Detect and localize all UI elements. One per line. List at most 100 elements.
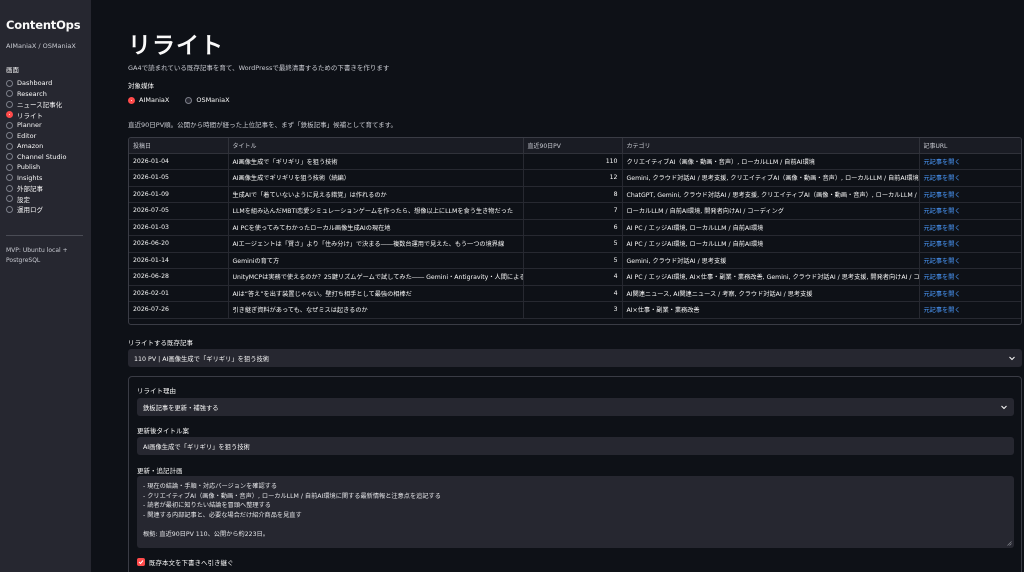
sidebar-item[interactable]: 外部記事	[6, 183, 85, 194]
sidebar-item-label: Publish	[17, 163, 41, 172]
sidebar-item-label: Insights	[17, 173, 43, 182]
chevron-down-icon	[1001, 405, 1007, 410]
radio-icon[interactable]	[6, 163, 13, 171]
cell-pv: 4	[523, 285, 623, 302]
sidebar-item-label: Planner	[17, 121, 42, 130]
sidebar-item-label: 運用ログ	[17, 206, 43, 215]
cell-url[interactable]: 元記事を開く	[919, 186, 1021, 203]
radio-icon[interactable]	[6, 142, 13, 150]
table-row[interactable]: 2026-01-14 Geminiの育て方 5 Gemini, クラウド対話AI / …	[129, 252, 1021, 269]
carry-over-checkbox[interactable]	[137, 558, 145, 566]
table-row[interactable]: 2026-01-04 AI画像生成で「ギリギリ」を狙う技術 110 クリエイティブAI…	[129, 153, 1021, 170]
media-option[interactable]: OSManiaX	[185, 96, 230, 104]
nav-heading: 画面	[6, 66, 19, 74]
radio-icon[interactable]	[6, 174, 13, 182]
cell-date: 2026-07-05	[129, 202, 229, 220]
column-header-category[interactable]: カテゴリ	[622, 138, 920, 154]
radio-icon[interactable]	[6, 195, 13, 203]
cell-date: 2026-01-09	[129, 186, 229, 203]
column-header-pv[interactable]: 直近90日PV	[523, 138, 623, 154]
page-description: GA4で読まれている既存記事を育て、WordPressで最終清書するための下書き…	[128, 64, 390, 72]
sidebar-item-label: Amazon	[17, 142, 44, 151]
radio-icon[interactable]	[185, 96, 193, 104]
radio-icon[interactable]	[6, 111, 13, 119]
radio-icon[interactable]	[128, 96, 135, 104]
reason-select[interactable]: 鉄板記事を更新・補強する	[137, 398, 1014, 416]
cell-url[interactable]: 元記事を開く	[919, 268, 1021, 286]
table-row[interactable]: 2026-07-05 LLMを組み込んだMBTI恋愛シミュレーションゲームを作った…	[129, 202, 1021, 220]
sidebar-footer: MVP: Ubuntu local + PostgreSQL	[6, 246, 85, 266]
cell-title: 生成AIで「着ていないように見える錯覚」は作れるのか	[228, 186, 524, 203]
carry-over-checkbox-label: 既存本文を下書きへ引き継ぐ	[149, 559, 234, 567]
column-header-url[interactable]: 記事URL	[919, 138, 1021, 154]
plan-line	[143, 520, 1008, 530]
new-title-input[interactable]: AI画像生成で「ギリギリ」を狙う技術	[137, 437, 1014, 455]
radio-icon[interactable]	[6, 132, 13, 140]
cell-url[interactable]: 元記事を開く	[919, 235, 1021, 253]
cell-url[interactable]: 元記事を開く	[919, 169, 1021, 187]
new-title-value: AI画像生成で「ギリギリ」を狙う技術	[143, 443, 250, 451]
sidebar-item-label: 外部記事	[17, 185, 43, 194]
table-row[interactable]: 2026-07-26 引き継ぎ資料があっても、なぜミスは起きるのか 3 AI×仕事・副…	[129, 301, 1021, 319]
cell-title: UnityMCPは実務で使えるのか？25鍵リズムゲームで試してみた―― Gemi…	[228, 268, 524, 286]
sidebar-item[interactable]: 設定	[6, 194, 85, 205]
sidebar-footer-line1: MVP: Ubuntu local +	[6, 246, 68, 254]
table-header-row: 投稿日 タイトル 直近90日PV カテゴリ 記事URL	[129, 138, 1021, 154]
sidebar-item[interactable]: リライト	[6, 110, 85, 121]
table-row[interactable]: 2026-02-01 AIは“答え”を出す装置じゃない。壁打ち相手として最強の相棒…	[129, 285, 1021, 302]
cell-url[interactable]: 元記事を開く	[919, 301, 1021, 319]
radio-icon[interactable]	[6, 184, 13, 192]
sidebar-item[interactable]: Amazon	[6, 141, 85, 152]
sidebar-item[interactable]: Research	[6, 89, 85, 100]
sidebar-item[interactable]: Editor	[6, 131, 85, 142]
cell-title: AI画像生成で「ギリギリ」を狙う技術	[228, 153, 524, 170]
app-subbrand: AIManiaX / OSManiaX	[6, 42, 76, 50]
sidebar-item[interactable]: Channel Studio	[6, 152, 85, 163]
sidebar-item[interactable]: Publish	[6, 162, 85, 173]
sidebar-item[interactable]: Dashboard	[6, 78, 85, 89]
articles-table[interactable]: 投稿日 タイトル 直近90日PV カテゴリ 記事URL 2026-01-04 AI…	[128, 137, 1022, 325]
resize-handle-icon[interactable]	[1007, 541, 1012, 546]
table-row[interactable]: 2026-06-28 UnityMCPは実務で使えるのか？25鍵リズムゲームで試し…	[129, 268, 1021, 286]
cell-title: AI PCを使ってみてわかったローカル画像生成AIの現在地	[228, 219, 524, 236]
sidebar-item[interactable]: Insights	[6, 173, 85, 184]
cell-date: 2026-01-04	[129, 153, 229, 170]
radio-icon[interactable]	[6, 121, 13, 129]
radio-icon[interactable]	[6, 100, 13, 108]
plan-line: 根拠: 直近90日PV 110、公開から約223日。	[143, 530, 269, 538]
radio-icon[interactable]	[6, 205, 13, 213]
sidebar-item[interactable]: Planner	[6, 120, 85, 131]
plan-textarea[interactable]: - 現在の結論・手順・対応バージョンを確認する - クリエイティブAI（画像・動画…	[137, 476, 1014, 548]
column-header-date[interactable]: 投稿日	[129, 138, 229, 154]
table-row[interactable]: 2026-06-20 AIエージェントは「賢さ」より「住み分け」で決まる――複数台…	[129, 235, 1021, 253]
sidebar-item-label: ニュース記事化	[17, 101, 63, 110]
radio-icon[interactable]	[6, 153, 13, 161]
carry-over-checkbox-row[interactable]: 既存本文を下書きへ引き継ぐ	[137, 557, 234, 567]
cell-date: 2026-01-05	[129, 169, 229, 187]
cell-url[interactable]: 元記事を開く	[919, 153, 1021, 170]
cell-pv: 12	[523, 169, 623, 187]
column-header-title[interactable]: タイトル	[228, 138, 524, 154]
cell-url[interactable]: 元記事を開く	[919, 285, 1021, 302]
cell-url[interactable]: 元記事を開く	[919, 252, 1021, 269]
article-select[interactable]: 110 PV | AI画像生成で「ギリギリ」を狙う技術	[128, 349, 1022, 367]
table-row[interactable]: 2026-01-05 AI画像生成でギリギリを狙う技術（続編） 12 Gemini, …	[129, 169, 1021, 187]
table-row[interactable]: 2026-01-03 AI PCを使ってみてわかったローカル画像生成AIの現在地 6…	[129, 219, 1021, 236]
cell-title: AIエージェントは「賢さ」より「住み分け」で決まる――複数台運用で見えた、もう一…	[228, 235, 524, 253]
sidebar-item[interactable]: 運用ログ	[6, 204, 85, 215]
cell-title: LLMを組み込んだMBTI恋愛シミュレーションゲームを作ったら、想像以上にLLM…	[228, 202, 524, 220]
cell-title: 引き継ぎ資料があっても、なぜミスは起きるのか	[228, 301, 524, 319]
cell-category: Gemini, クラウド対話AI / 思考支援	[622, 252, 920, 269]
table-row[interactable]: 2026-01-09 生成AIで「着ていないように見える錯覚」は作れるのか 8 Cha…	[129, 186, 1021, 203]
cell-category: AI PC / エッジAI環境, ローカルLLM / 自前AI環境	[622, 219, 920, 236]
cell-url[interactable]: 元記事を開く	[919, 202, 1021, 220]
radio-icon[interactable]	[6, 79, 13, 87]
cell-category: AI×仕事・副業・業務改善	[622, 301, 920, 319]
cell-url[interactable]: 元記事を開く	[919, 219, 1021, 236]
sidebar: ContentOps AIManiaX / OSManiaX 画面 Dashbo…	[0, 0, 91, 572]
sidebar-item-label: 設定	[17, 195, 30, 204]
sidebar-item[interactable]: ニュース記事化	[6, 99, 85, 110]
media-option[interactable]: AIManiaX	[128, 96, 169, 104]
plan-line: - 現在の結論・手順・対応バージョンを確認する	[143, 483, 278, 490]
radio-icon[interactable]	[6, 90, 13, 98]
